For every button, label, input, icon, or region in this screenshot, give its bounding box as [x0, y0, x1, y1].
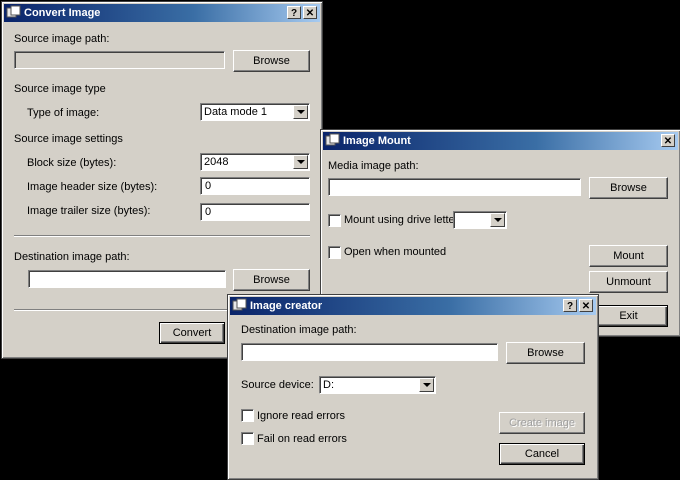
header-size-label: Image header size (bytes): [27, 181, 158, 193]
help-button[interactable]: ? [563, 299, 577, 312]
ignore-errors-label: Ignore read errors [257, 410, 346, 422]
source-path-field[interactable] [14, 51, 225, 69]
convert-button[interactable]: Convert [159, 322, 225, 344]
ignore-errors-checkbox[interactable] [241, 409, 254, 422]
unmount-button[interactable]: Unmount [589, 271, 668, 293]
source-path-label: Source image path: [14, 33, 110, 45]
app-icon [232, 298, 247, 311]
close-button[interactable]: ✕ [579, 299, 593, 312]
block-size-select[interactable]: 2048 [200, 153, 310, 171]
dest-path-label: Destination image path: [241, 324, 357, 336]
create-image-button[interactable]: Create image [499, 412, 585, 434]
type-of-image-label: Type of image: [27, 107, 100, 119]
exit-button[interactable]: Exit [589, 305, 668, 327]
chevron-down-icon[interactable] [293, 155, 308, 169]
image-creator-dialog: Image creator ? ✕ Destination image path… [227, 294, 599, 480]
dest-path-field[interactable] [241, 343, 498, 361]
image-mount-titlebar[interactable]: Image Mount ✕ [323, 132, 678, 150]
chevron-down-icon[interactable] [293, 105, 308, 119]
type-of-image-select[interactable]: Data mode 1 [200, 103, 310, 121]
source-type-heading: Source image type [14, 83, 106, 95]
header-size-field[interactable] [200, 177, 310, 195]
dest-browse-button[interactable]: Browse [233, 269, 310, 291]
app-icon [6, 5, 21, 18]
convert-image-titlebar[interactable]: Convert Image ? ✕ [4, 4, 320, 22]
drive-letter-select[interactable] [453, 211, 507, 229]
drive-letter-checkbox[interactable] [328, 214, 341, 227]
dest-path-field[interactable] [28, 270, 226, 288]
trailer-size-field[interactable] [200, 203, 310, 221]
source-device-label: Source device: [241, 379, 314, 391]
chevron-down-icon[interactable] [490, 213, 505, 227]
settings-heading: Source image settings [14, 133, 123, 145]
help-button[interactable]: ? [287, 6, 301, 19]
app-icon [325, 133, 340, 146]
source-device-select[interactable]: D: [319, 376, 436, 394]
dest-browse-button[interactable]: Browse [506, 342, 585, 364]
image-mount-title: Image Mount [343, 135, 411, 147]
image-creator-title: Image creator [250, 300, 323, 312]
type-of-image-value: Data mode 1 [204, 106, 267, 118]
close-button[interactable]: ✕ [303, 6, 317, 19]
chevron-down-icon[interactable] [419, 378, 434, 392]
fail-errors-label: Fail on read errors [257, 433, 347, 445]
divider [14, 235, 310, 237]
fail-errors-checkbox[interactable] [241, 432, 254, 445]
convert-image-title: Convert Image [24, 7, 101, 19]
close-button[interactable]: ✕ [661, 134, 675, 147]
mount-button[interactable]: Mount [589, 245, 668, 267]
media-path-field[interactable] [328, 178, 581, 196]
open-when-mounted-label: Open when mounted [344, 246, 447, 258]
block-size-value: 2048 [204, 156, 229, 168]
trailer-size-label: Image trailer size (bytes): [27, 205, 151, 217]
image-creator-titlebar[interactable]: Image creator ? ✕ [230, 297, 596, 315]
cancel-button[interactable]: Cancel [499, 443, 585, 465]
open-when-mounted-checkbox[interactable] [328, 246, 341, 259]
source-device-value: D: [323, 379, 334, 391]
media-browse-button[interactable]: Browse [589, 177, 668, 199]
dest-path-label: Destination image path: [14, 251, 130, 263]
source-browse-button[interactable]: Browse [233, 50, 310, 72]
block-size-label: Block size (bytes): [27, 157, 117, 169]
media-path-label: Media image path: [328, 160, 419, 172]
drive-letter-label: Mount using drive letter [344, 214, 459, 226]
